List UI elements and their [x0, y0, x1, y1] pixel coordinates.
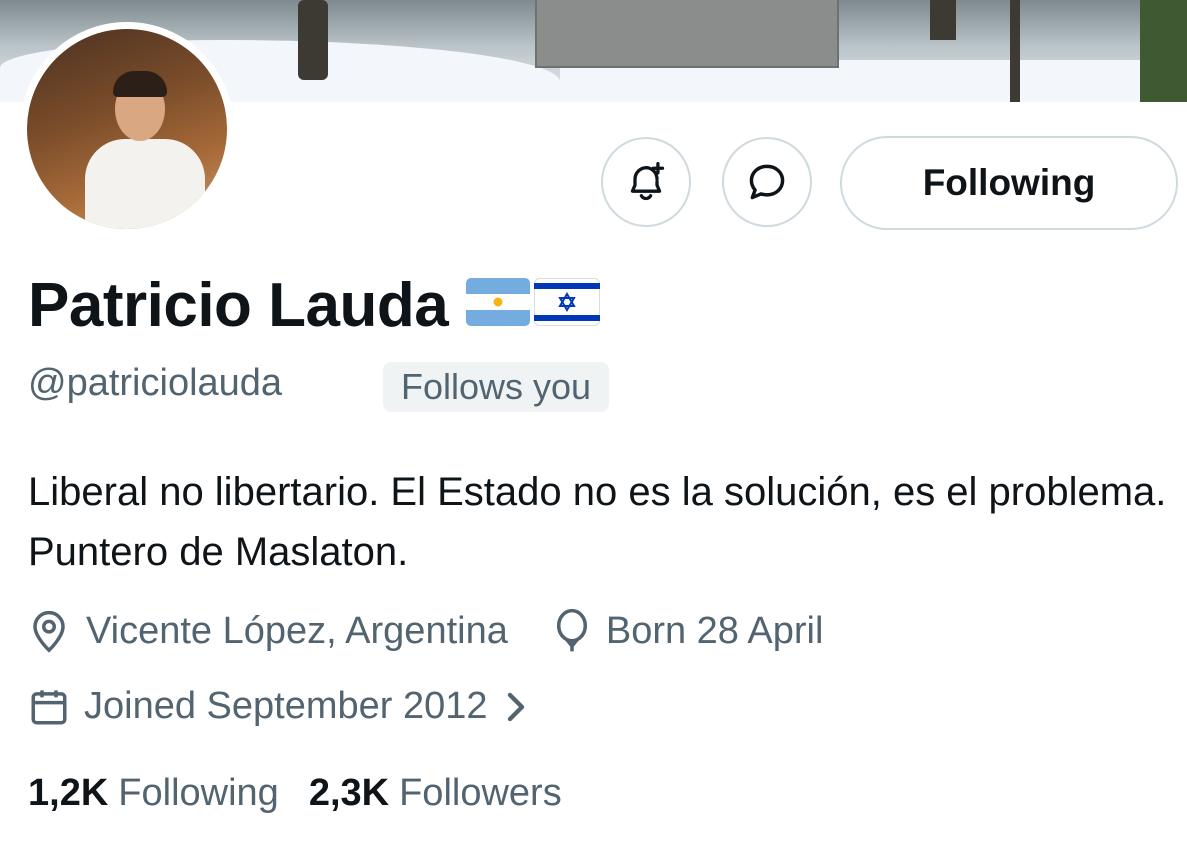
balloon-icon — [556, 608, 587, 652]
message-button[interactable] — [722, 137, 812, 227]
display-name: Patricio Lauda — [28, 271, 449, 340]
notifications-button[interactable] — [601, 137, 691, 227]
message-bubble-icon — [749, 164, 785, 200]
followers-count: 2,3K — [308, 772, 390, 814]
profile-avatar[interactable] — [20, 22, 234, 236]
profile-bio: Liberal no libertario. El Estado no es l… — [28, 470, 1167, 574]
profile-meta-row-2[interactable]: Joined September 2012 — [28, 685, 530, 728]
profile-birthday: Born 28 April — [605, 609, 824, 652]
calendar-icon — [31, 689, 67, 724]
following-button[interactable]: Following — [840, 136, 1178, 230]
profile-location: Vicente López, Argentina — [86, 609, 508, 652]
follows-you-badge: Follows you — [383, 362, 610, 412]
location-pin-icon — [33, 610, 65, 653]
follow-stats: 1,2K Following 2,3K Followers — [28, 772, 562, 815]
following-stat[interactable]: 1,2K Following — [28, 772, 279, 815]
followers-label: Followers — [399, 772, 562, 814]
display-name-row: Patricio Lauda — [28, 270, 601, 341]
israel-flag-icon — [534, 270, 601, 341]
followers-stat[interactable]: 2,3K Followers — [309, 772, 562, 815]
chevron-right-icon[interactable] — [502, 689, 530, 725]
argentina-flag-icon — [466, 270, 531, 341]
profile-joined: Joined September 2012 — [84, 685, 488, 727]
profile-meta-row-1: Vicente López, Argentina Born 28 April — [28, 608, 823, 654]
bell-plus-icon — [630, 162, 665, 201]
profile-handle: @patriciolauda — [28, 362, 283, 404]
following-count: 1,2K — [28, 772, 109, 814]
following-label: Following — [118, 772, 279, 814]
